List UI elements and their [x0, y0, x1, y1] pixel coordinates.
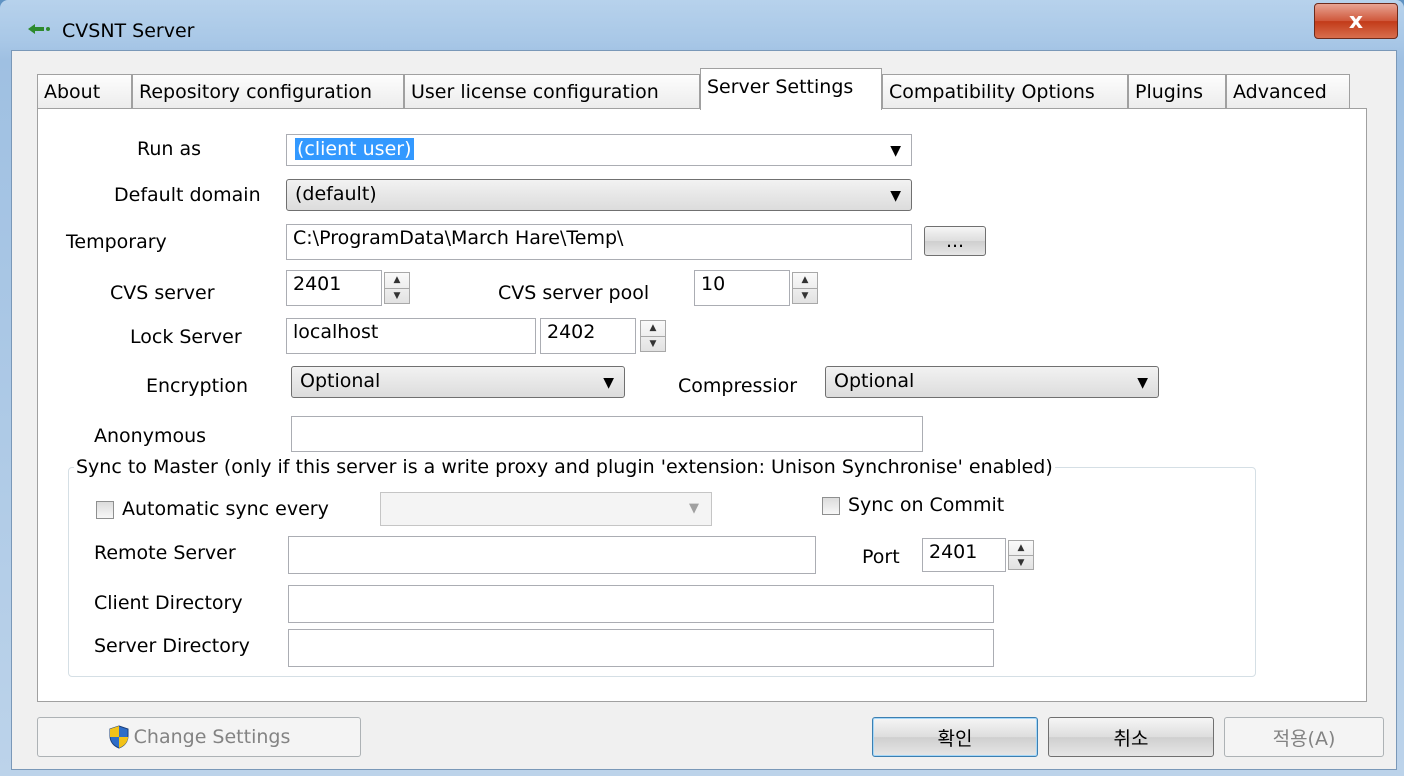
- change-settings-button[interactable]: Change Settings: [37, 717, 361, 757]
- encryption-value: Optional: [300, 370, 381, 392]
- spin-down-icon[interactable]: ▼: [793, 289, 817, 304]
- cvs-server-port-spinner[interactable]: ▲ ▼: [384, 272, 410, 304]
- server-directory-label: Server Directory: [94, 635, 250, 657]
- default-domain-value: (default): [295, 183, 377, 205]
- tab-advanced[interactable]: Advanced: [1226, 74, 1350, 108]
- temporary-path-field[interactable]: C:\ProgramData\March Hare\Temp\: [286, 224, 912, 260]
- spin-down-icon[interactable]: ▼: [385, 289, 409, 304]
- lock-server-host-field[interactable]: localhost: [286, 318, 536, 354]
- sync-port-spinner[interactable]: ▲ ▼: [1008, 540, 1034, 570]
- spin-down-icon[interactable]: ▼: [1009, 556, 1033, 570]
- spin-up-icon[interactable]: ▲: [793, 273, 817, 289]
- tab-about[interactable]: About: [37, 74, 132, 108]
- remote-server-field[interactable]: [288, 536, 816, 574]
- server-directory-field[interactable]: [288, 629, 994, 667]
- spin-down-icon[interactable]: ▼: [641, 337, 665, 352]
- chevron-down-icon: ▼: [890, 188, 901, 204]
- run-as-combo[interactable]: (client user) ▼: [286, 134, 912, 166]
- sync-to-master-group-title: Sync to Master (only if this server is a…: [74, 456, 1055, 478]
- tab-server-settings[interactable]: Server Settings: [700, 68, 882, 110]
- tab-compatibility-options[interactable]: Compatibility Options: [882, 74, 1128, 108]
- ok-button[interactable]: 확인: [872, 717, 1038, 757]
- browse-temporary-button[interactable]: ...: [924, 226, 986, 256]
- cvsnt-app-icon: [28, 24, 50, 34]
- chevron-down-icon: ▼: [689, 501, 699, 516]
- cvs-server-label: CVS server: [110, 282, 215, 304]
- cvs-server-pool-label: CVS server pool: [498, 282, 650, 304]
- lock-server-port-field[interactable]: 2402: [540, 318, 636, 354]
- cvs-server-port-field[interactable]: 2401: [286, 270, 382, 306]
- client-directory-field[interactable]: [288, 585, 994, 623]
- default-domain-combo[interactable]: (default) ▼: [286, 179, 912, 211]
- anonymous-label: Anonymous: [94, 425, 207, 447]
- client-directory-label: Client Directory: [94, 592, 243, 614]
- sync-on-commit-label: Sync on Commit: [848, 494, 1005, 516]
- temporary-label: Temporary: [66, 231, 167, 253]
- compression-combo[interactable]: Optional ▼: [825, 366, 1159, 398]
- anonymous-field[interactable]: [291, 416, 923, 452]
- close-button[interactable]: x: [1314, 3, 1398, 39]
- encryption-combo[interactable]: Optional ▼: [291, 366, 625, 398]
- lock-server-label: Lock Server: [130, 326, 242, 348]
- cvs-server-pool-field[interactable]: 10: [694, 270, 790, 306]
- tab-plugins[interactable]: Plugins: [1128, 74, 1226, 108]
- automatic-sync-checkbox[interactable]: [96, 501, 114, 519]
- default-domain-label: Default domain: [114, 184, 261, 206]
- automatic-sync-label: Automatic sync every: [122, 498, 329, 520]
- cancel-button[interactable]: 취소: [1048, 717, 1214, 757]
- lock-server-port-spinner[interactable]: ▲ ▼: [640, 320, 666, 352]
- automatic-sync-interval-combo[interactable]: ▼: [380, 492, 712, 526]
- tab-repository-configuration[interactable]: Repository configuration: [132, 74, 404, 108]
- change-settings-label: Change Settings: [133, 726, 291, 748]
- encryption-label: Encryption: [146, 375, 249, 397]
- chevron-down-icon: ▼: [1137, 375, 1148, 391]
- cvs-server-pool-spinner[interactable]: ▲ ▼: [792, 272, 818, 304]
- run-as-value: (client user): [295, 138, 414, 160]
- sync-on-commit-checkbox[interactable]: [822, 497, 840, 515]
- chevron-down-icon: ▼: [603, 375, 614, 391]
- run-as-label: Run as: [137, 138, 202, 160]
- spin-up-icon[interactable]: ▲: [385, 273, 409, 289]
- sync-port-field[interactable]: 2401: [922, 538, 1006, 572]
- chevron-down-icon: ▼: [890, 143, 901, 159]
- spin-up-icon[interactable]: ▲: [1009, 541, 1033, 556]
- compression-value: Optional: [834, 370, 915, 392]
- apply-button[interactable]: 적용(A): [1224, 717, 1384, 757]
- compression-label: Compressior: [678, 375, 798, 397]
- window-title: CVSNT Server: [62, 20, 195, 42]
- uac-shield-icon: [109, 725, 129, 749]
- spin-up-icon[interactable]: ▲: [641, 321, 665, 337]
- port-label: Port: [862, 546, 900, 568]
- remote-server-label: Remote Server: [94, 542, 236, 564]
- tab-user-license-configuration[interactable]: User license configuration: [404, 74, 700, 108]
